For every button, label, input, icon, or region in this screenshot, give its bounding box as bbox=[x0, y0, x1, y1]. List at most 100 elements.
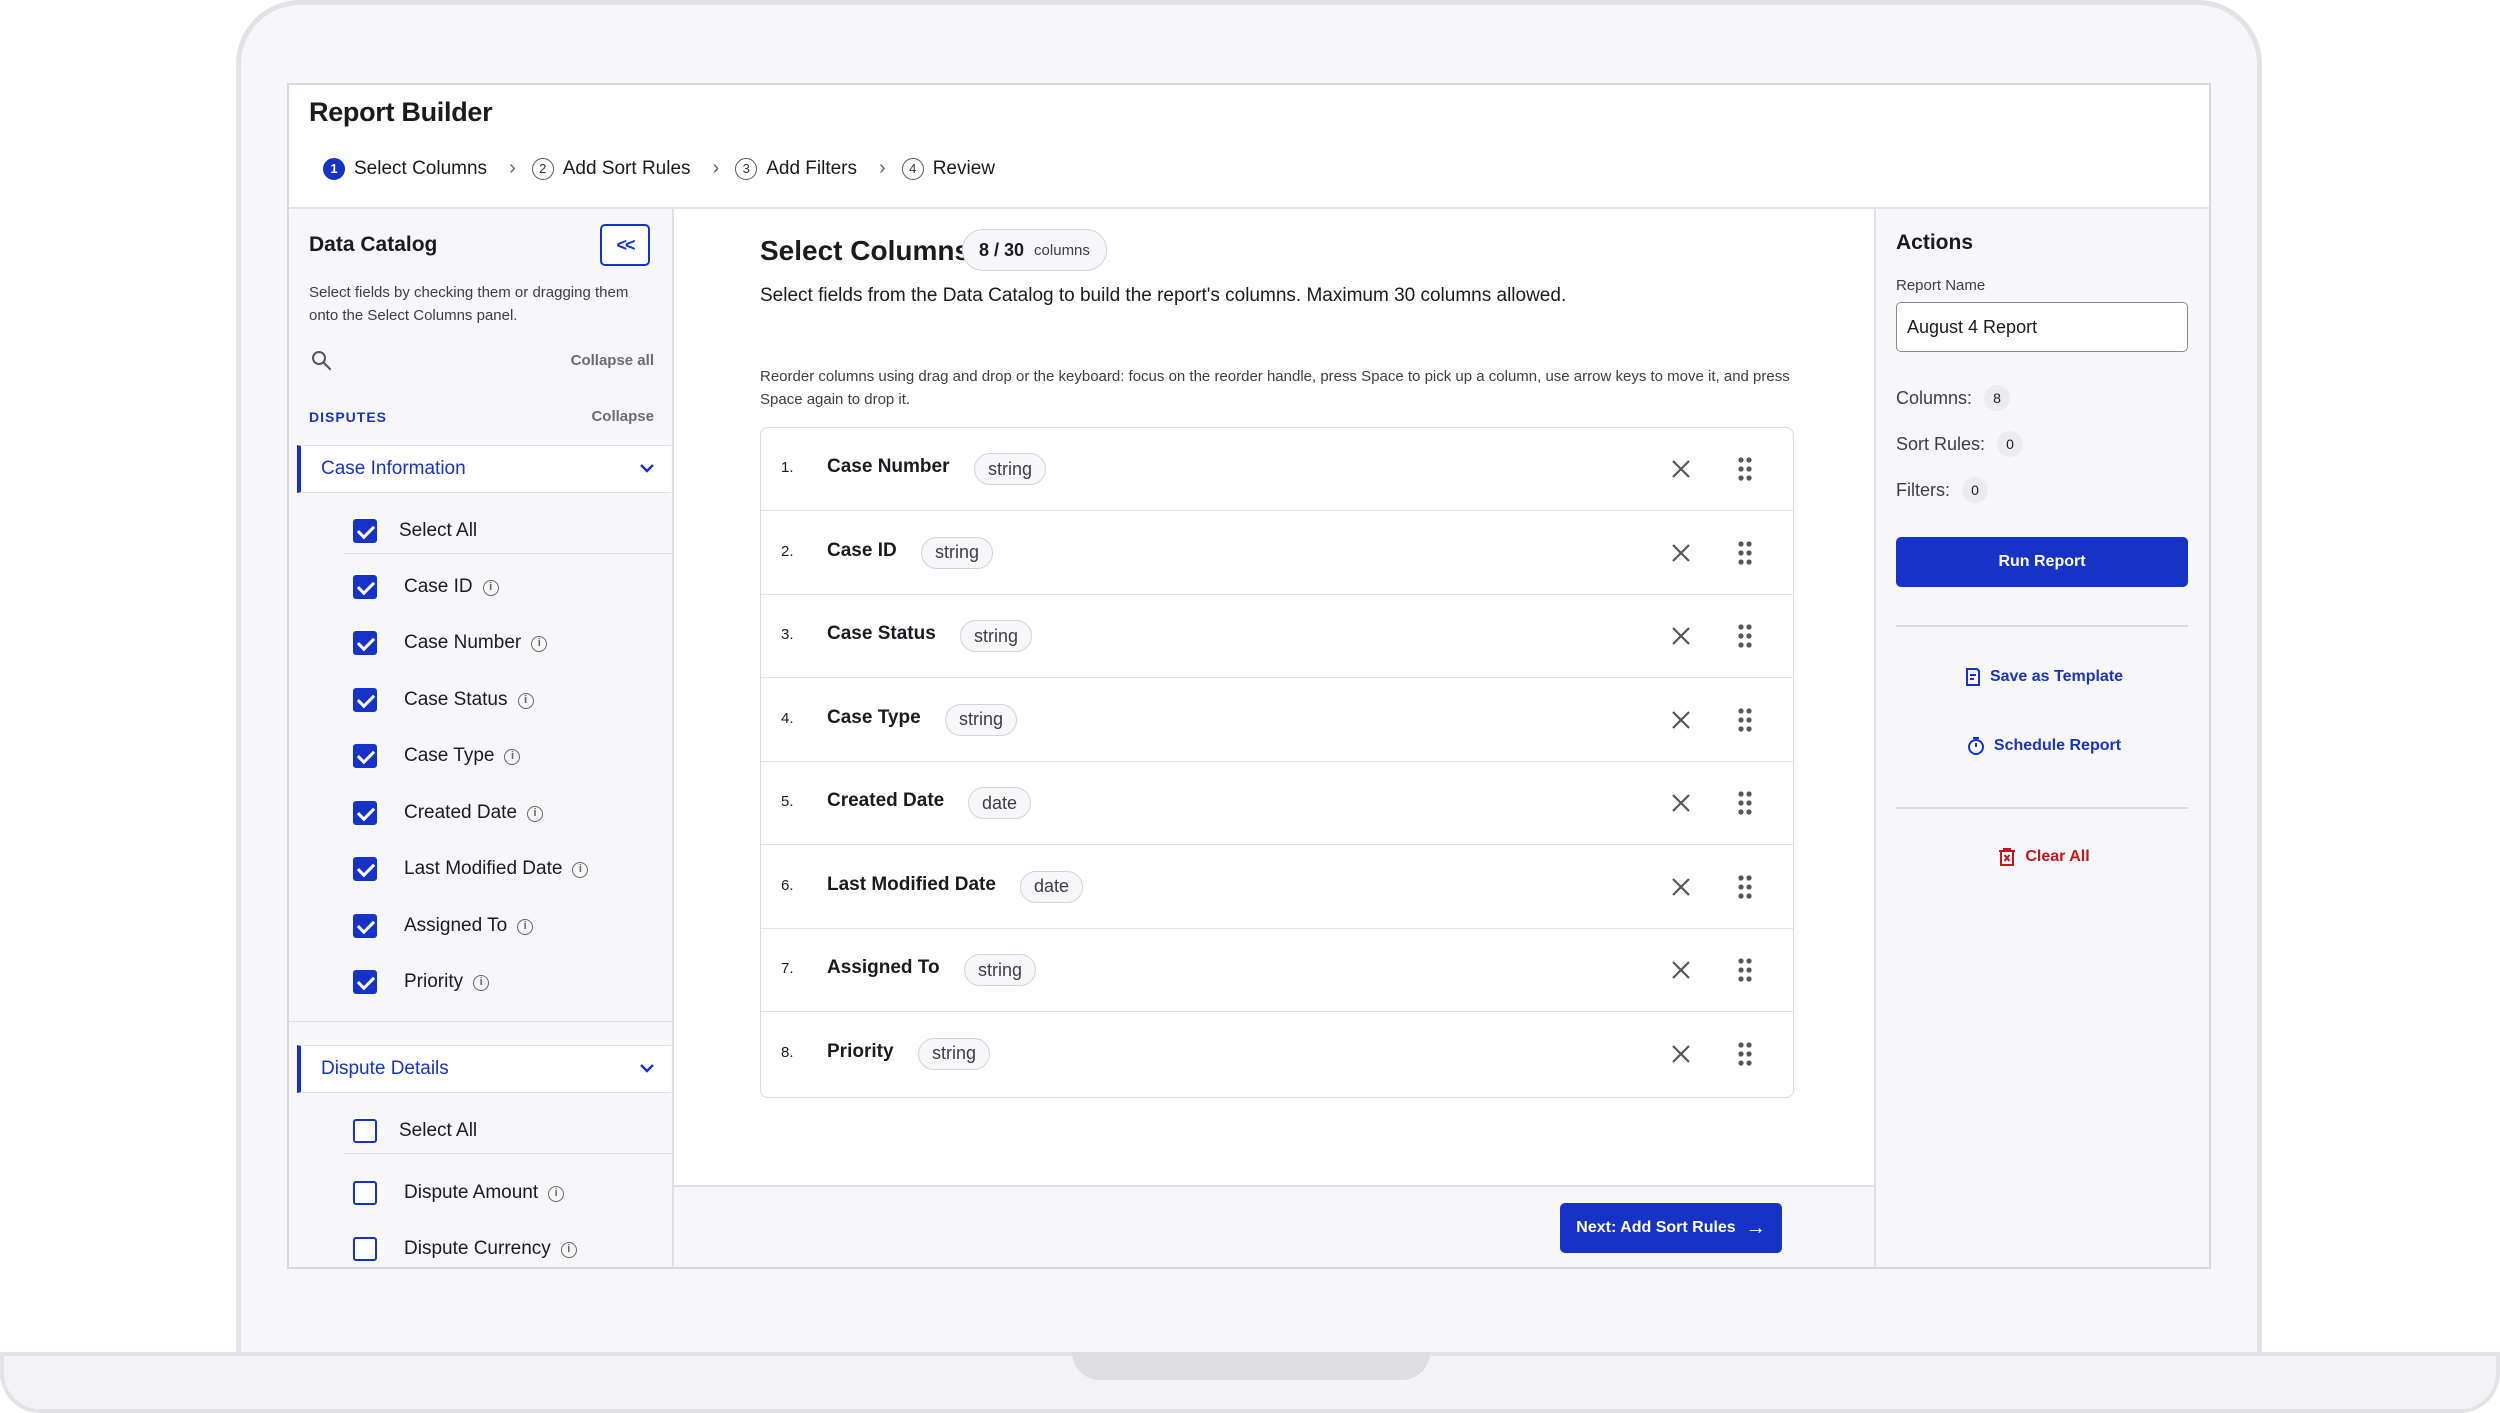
template-icon bbox=[1965, 668, 1980, 686]
section-case-information[interactable]: Case Information bbox=[297, 445, 671, 493]
select-all-row[interactable]: Select All bbox=[289, 1111, 672, 1151]
remove-column-icon[interactable] bbox=[1669, 624, 1693, 648]
column-index: 7. bbox=[781, 960, 794, 977]
actions-panel: Actions Report Name Columns: 8 Sort Rule… bbox=[1874, 209, 2209, 1267]
remove-column-icon[interactable] bbox=[1669, 1042, 1693, 1066]
remove-column-icon[interactable] bbox=[1669, 457, 1693, 481]
run-report-button[interactable]: Run Report bbox=[1896, 537, 2188, 587]
next-add-sort-rules-button[interactable]: Next: Add Sort Rules → bbox=[1560, 1203, 1782, 1253]
section-dispute-details[interactable]: Dispute Details bbox=[297, 1045, 671, 1093]
app-title: Report Builder bbox=[309, 97, 493, 127]
step-label: Select Columns bbox=[354, 157, 488, 179]
field-label-wrap: Dispute Currency i bbox=[404, 1238, 577, 1260]
step-review[interactable]: 4 Review bbox=[901, 157, 995, 180]
step-select-columns[interactable]: 1 Select Columns bbox=[323, 157, 488, 180]
drag-handle-icon[interactable] bbox=[1737, 1041, 1753, 1067]
column-type-badge: string bbox=[964, 954, 1037, 986]
select-all-checkbox[interactable] bbox=[353, 519, 377, 543]
stat-filters: Filters: 0 bbox=[1896, 477, 1988, 503]
field-row-case-type[interactable]: Case Type i bbox=[289, 736, 672, 776]
divider bbox=[343, 553, 672, 554]
field-checkbox[interactable] bbox=[353, 575, 377, 599]
info-icon[interactable]: i bbox=[572, 862, 589, 878]
info-icon[interactable]: i bbox=[527, 806, 544, 822]
field-checkbox[interactable] bbox=[353, 914, 377, 938]
app-window: Report Builder 1 Select Columns › 2 Add … bbox=[287, 83, 2211, 1269]
remove-column-icon[interactable] bbox=[1669, 541, 1693, 565]
field-checkbox[interactable] bbox=[353, 857, 377, 881]
column-row[interactable]: 3. Case Status string bbox=[761, 595, 1793, 678]
step-add-sort-rules[interactable]: 2 Add Sort Rules bbox=[531, 157, 691, 180]
drag-handle-icon[interactable] bbox=[1737, 957, 1753, 983]
field-checkbox[interactable] bbox=[353, 1181, 377, 1205]
save-as-template-button[interactable]: Save as Template bbox=[1876, 667, 2209, 687]
drag-handle-icon[interactable] bbox=[1737, 623, 1753, 649]
drag-handle-icon[interactable] bbox=[1737, 456, 1753, 482]
drag-handle-icon[interactable] bbox=[1737, 707, 1753, 733]
column-row[interactable]: 8. Priority string bbox=[761, 1013, 1793, 1096]
info-icon[interactable]: i bbox=[517, 693, 534, 709]
stat-label: Filters: bbox=[1896, 479, 1950, 500]
search-icon[interactable] bbox=[311, 350, 333, 372]
info-icon[interactable]: i bbox=[473, 975, 490, 991]
column-type-badge: date bbox=[968, 787, 1032, 819]
field-row-created-date[interactable]: Created Date i bbox=[289, 793, 672, 833]
info-icon[interactable]: i bbox=[504, 749, 521, 765]
column-index: 4. bbox=[781, 709, 794, 727]
column-count-badge: 8 / 30 columns bbox=[962, 229, 1107, 271]
field-label-wrap: Case Type i bbox=[404, 745, 521, 767]
collapse-panel-button[interactable]: << bbox=[600, 224, 650, 266]
field-checkbox[interactable] bbox=[353, 1237, 377, 1261]
field-label: Last Modified Date bbox=[404, 858, 563, 879]
data-catalog-title: Data Catalog bbox=[309, 233, 438, 256]
info-icon[interactable]: i bbox=[531, 636, 548, 652]
column-row[interactable]: 6. Last Modified Date date bbox=[761, 846, 1793, 929]
column-row[interactable]: 4. Case Type string bbox=[761, 679, 1793, 762]
column-row[interactable]: 5. Created Date date bbox=[761, 762, 1793, 845]
group-collapse-link[interactable]: Collapse bbox=[591, 408, 654, 425]
step-add-filters[interactable]: 3 Add Filters bbox=[735, 157, 857, 180]
info-icon[interactable]: i bbox=[517, 919, 534, 935]
remove-column-icon[interactable] bbox=[1669, 958, 1693, 982]
field-row-priority[interactable]: Priority i bbox=[289, 962, 672, 1002]
field-label-wrap: Assigned To i bbox=[404, 915, 534, 937]
arrow-right-icon: → bbox=[1745, 1216, 1766, 1239]
column-row[interactable]: 1. Case Number string bbox=[761, 428, 1793, 511]
column-row[interactable]: 7. Assigned To string bbox=[761, 929, 1793, 1012]
column-index: 3. bbox=[781, 626, 794, 643]
column-row[interactable]: 2. Case ID string bbox=[761, 512, 1793, 595]
field-row-dispute-amount[interactable]: Dispute Amount i bbox=[289, 1173, 672, 1213]
collapse-all-link[interactable]: Collapse all bbox=[571, 352, 654, 369]
field-label: Case ID bbox=[404, 576, 473, 597]
drag-handle-icon[interactable] bbox=[1737, 790, 1753, 816]
info-icon[interactable]: i bbox=[548, 1186, 565, 1202]
field-checkbox[interactable] bbox=[353, 688, 377, 712]
select-all-row[interactable]: Select All bbox=[289, 511, 672, 551]
stepper: 1 Select Columns › 2 Add Sort Rules › 3 … bbox=[323, 157, 995, 180]
field-row-case-status[interactable]: Case Status i bbox=[289, 680, 672, 720]
field-checkbox[interactable] bbox=[353, 744, 377, 768]
step-number: 4 bbox=[901, 157, 924, 180]
field-checkbox[interactable] bbox=[353, 631, 377, 655]
schedule-report-button[interactable]: Schedule Report bbox=[1876, 736, 2209, 756]
field-label: Case Number bbox=[404, 632, 522, 653]
field-row-case-number[interactable]: Case Number i bbox=[289, 623, 672, 663]
report-name-input[interactable] bbox=[1896, 302, 2188, 352]
select-columns-description: Select fields from the Data Catalog to b… bbox=[760, 285, 1567, 306]
remove-column-icon[interactable] bbox=[1669, 791, 1693, 815]
remove-column-icon[interactable] bbox=[1669, 708, 1693, 732]
info-icon[interactable]: i bbox=[560, 1242, 577, 1258]
field-row-last-modified-date[interactable]: Last Modified Date i bbox=[289, 849, 672, 889]
field-row-assigned-to[interactable]: Assigned To i bbox=[289, 906, 672, 946]
field-checkbox[interactable] bbox=[353, 801, 377, 825]
info-icon[interactable]: i bbox=[482, 580, 499, 596]
field-checkbox[interactable] bbox=[353, 970, 377, 994]
clear-all-button[interactable]: Clear All bbox=[1876, 847, 2209, 867]
field-row-case-id[interactable]: Case ID i bbox=[289, 567, 672, 607]
select-all-checkbox[interactable] bbox=[353, 1119, 377, 1143]
field-row-dispute-currency[interactable]: Dispute Currency i bbox=[289, 1229, 672, 1267]
remove-column-icon[interactable] bbox=[1669, 875, 1693, 899]
drag-handle-icon[interactable] bbox=[1737, 540, 1753, 566]
select-all-label: Select All bbox=[399, 1120, 478, 1141]
drag-handle-icon[interactable] bbox=[1737, 874, 1753, 900]
